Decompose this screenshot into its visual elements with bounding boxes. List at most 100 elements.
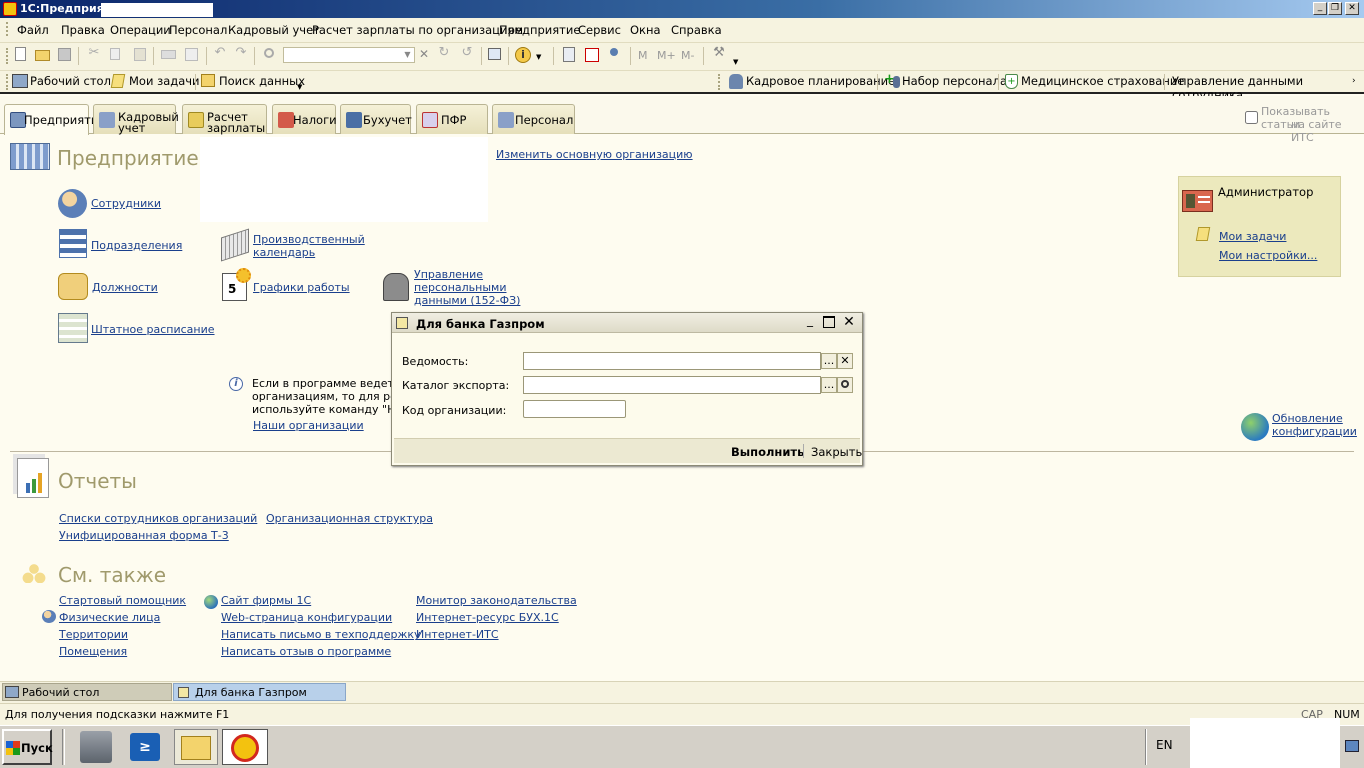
- tab-taxes[interactable]: Налоги: [272, 104, 337, 134]
- users-icon[interactable]: [606, 45, 626, 65]
- server-manager-icon[interactable]: [80, 731, 112, 763]
- calculator-icon[interactable]: [559, 45, 579, 65]
- statement-clear-button[interactable]: ✕: [837, 353, 853, 369]
- prod-calendar-link-1[interactable]: Производственный: [253, 233, 365, 246]
- update-config-link-2[interactable]: конфигурации: [1272, 425, 1357, 438]
- dialog-maximize-button[interactable]: [823, 316, 835, 328]
- find-next-icon[interactable]: ↻: [434, 45, 454, 65]
- minimize-button[interactable]: _: [1313, 2, 1327, 15]
- personal-data-link-2[interactable]: персональными: [414, 281, 507, 294]
- explorer-icon[interactable]: [174, 729, 218, 765]
- personal-data-link-1[interactable]: Управление: [414, 268, 483, 281]
- employees-link[interactable]: Сотрудники: [91, 197, 161, 210]
- staffing-link[interactable]: Штатное расписание: [91, 323, 215, 336]
- prod-calendar-link-2[interactable]: календарь: [253, 246, 315, 259]
- positions-link[interactable]: Должности: [92, 281, 158, 294]
- statement-select-button[interactable]: ...: [821, 353, 837, 369]
- personal-data-link-3[interactable]: данными (152-ФЗ): [414, 294, 520, 307]
- see-also-feedback-link[interactable]: Написать отзыв о программе: [221, 645, 391, 658]
- quick-recruitment[interactable]: Набор персонала: [902, 74, 1007, 88]
- menu-hr[interactable]: Кадровый учет: [228, 23, 320, 37]
- save-icon[interactable]: [55, 45, 75, 65]
- menu-windows[interactable]: Окна: [630, 23, 661, 37]
- info-dropdown-icon[interactable]: ▼: [536, 53, 541, 61]
- tools-dropdown-icon[interactable]: ▼: [733, 58, 738, 66]
- tab-personnel[interactable]: Персонал: [492, 104, 575, 134]
- toolbar-search-input[interactable]: [283, 47, 415, 63]
- see-also-premises-link[interactable]: Помещения: [59, 645, 127, 658]
- open-folder-icon[interactable]: [33, 45, 53, 65]
- admin-my-tasks-link[interactable]: Мои задачи: [1219, 230, 1286, 243]
- search-icon[interactable]: [260, 45, 280, 65]
- reports-org-structure-link[interactable]: Организационная структура: [266, 512, 433, 525]
- see-also-territories-link[interactable]: Территории: [59, 628, 128, 641]
- our-orgs-link[interactable]: Наши организации: [253, 419, 364, 432]
- see-also-its-link[interactable]: Интернет-ИТС: [416, 628, 499, 641]
- quick-hr-planning[interactable]: Кадровое планирование: [746, 74, 895, 88]
- see-also-buh-link[interactable]: Интернет-ресурс БУХ.1С: [416, 611, 559, 624]
- tab-enterprise[interactable]: Предприятие: [4, 104, 105, 135]
- window-tab-desktop[interactable]: Рабочий стол: [2, 683, 172, 701]
- find-prev-icon[interactable]: ↺: [457, 45, 477, 65]
- menu-enterprise[interactable]: Предприятие: [499, 23, 580, 37]
- update-config-link-1[interactable]: Обновление: [1272, 412, 1343, 425]
- undo-icon[interactable]: ↶: [210, 45, 230, 65]
- see-also-1c-site-link[interactable]: Сайт фирмы 1С: [221, 594, 311, 607]
- its-checkbox[interactable]: [1245, 111, 1258, 124]
- window-tab-dialog[interactable]: Для банка Газпром: [173, 683, 346, 701]
- quick-my-tasks[interactable]: Мои задачи: [129, 74, 200, 88]
- reports-employee-lists-link[interactable]: Списки сотрудников организаций: [59, 512, 257, 525]
- reports-t3-link[interactable]: Унифицированная форма Т-3: [59, 529, 229, 542]
- quick-desktop[interactable]: Рабочий стол: [30, 74, 111, 88]
- departments-link[interactable]: Подразделения: [91, 239, 182, 252]
- tools-icon[interactable]: ⚒: [709, 45, 729, 65]
- dialog-close-button[interactable]: ✕: [842, 314, 856, 330]
- clear-search-icon[interactable]: ✕: [417, 47, 431, 63]
- menu-payroll[interactable]: Расчет зарплаты по организациям: [312, 23, 523, 37]
- menu-service[interactable]: Сервис: [578, 23, 621, 37]
- quick-data-search[interactable]: Поиск данных: [219, 74, 305, 88]
- memory-m-button[interactable]: M: [638, 49, 648, 62]
- memory-minus-button[interactable]: M-: [681, 49, 694, 62]
- menu-operations[interactable]: Операции: [110, 23, 171, 37]
- export-dir-field[interactable]: [523, 376, 821, 394]
- search-icon[interactable]: [837, 377, 853, 393]
- calendar-icon[interactable]: [582, 45, 602, 65]
- print-icon[interactable]: [159, 45, 179, 65]
- tab-accounting[interactable]: Бухучет: [340, 104, 412, 134]
- menu-personnel[interactable]: Персонал: [169, 23, 227, 37]
- execute-button[interactable]: Выполнить: [731, 445, 804, 459]
- admin-settings-link[interactable]: Мои настройки...: [1219, 249, 1317, 262]
- change-org-link[interactable]: Изменить основную организацию: [496, 148, 693, 161]
- statement-field[interactable]: [523, 352, 821, 370]
- redo-icon[interactable]: ↷: [231, 45, 251, 65]
- tray-network-icon[interactable]: [1345, 740, 1359, 752]
- new-doc-icon[interactable]: [12, 45, 32, 65]
- memory-plus-button[interactable]: M+: [657, 49, 676, 62]
- dialog-minimize-button[interactable]: _: [803, 314, 817, 329]
- see-also-config-page-link[interactable]: Web-страница конфигурации: [221, 611, 392, 624]
- quick-overflow-icon[interactable]: ›: [1352, 76, 1356, 86]
- windows-icon[interactable]: [485, 45, 505, 65]
- start-button[interactable]: Пуск: [2, 729, 53, 765]
- close-button[interactable]: ✕: [1345, 2, 1359, 15]
- print-preview-icon[interactable]: [182, 45, 202, 65]
- maximize-button[interactable]: ❐: [1328, 2, 1342, 15]
- 1c-app-icon[interactable]: [222, 729, 268, 765]
- info-icon[interactable]: i: [513, 45, 533, 65]
- menu-file[interactable]: Файл: [17, 23, 49, 37]
- cut-icon[interactable]: ✂: [84, 45, 104, 65]
- chevron-down-icon[interactable]: ▼: [401, 48, 414, 62]
- quick-insurance[interactable]: Медицинское страхование: [1021, 74, 1184, 88]
- menu-help[interactable]: Справка: [671, 23, 722, 37]
- tab-hr[interactable]: Кадровый учет: [93, 104, 179, 134]
- see-also-individuals-link[interactable]: Физические лица: [59, 611, 160, 624]
- see-also-support-link[interactable]: Написать письмо в техподдержку: [221, 628, 421, 641]
- tab-pfr[interactable]: ПФР: [416, 104, 488, 134]
- org-code-field[interactable]: [523, 400, 626, 418]
- see-also-monitor-link[interactable]: Монитор законодательства: [416, 594, 577, 607]
- export-dir-select-button[interactable]: ...: [821, 377, 837, 393]
- copy-icon[interactable]: [106, 45, 126, 65]
- menu-edit[interactable]: Правка: [61, 23, 105, 37]
- paste-icon[interactable]: [130, 45, 150, 65]
